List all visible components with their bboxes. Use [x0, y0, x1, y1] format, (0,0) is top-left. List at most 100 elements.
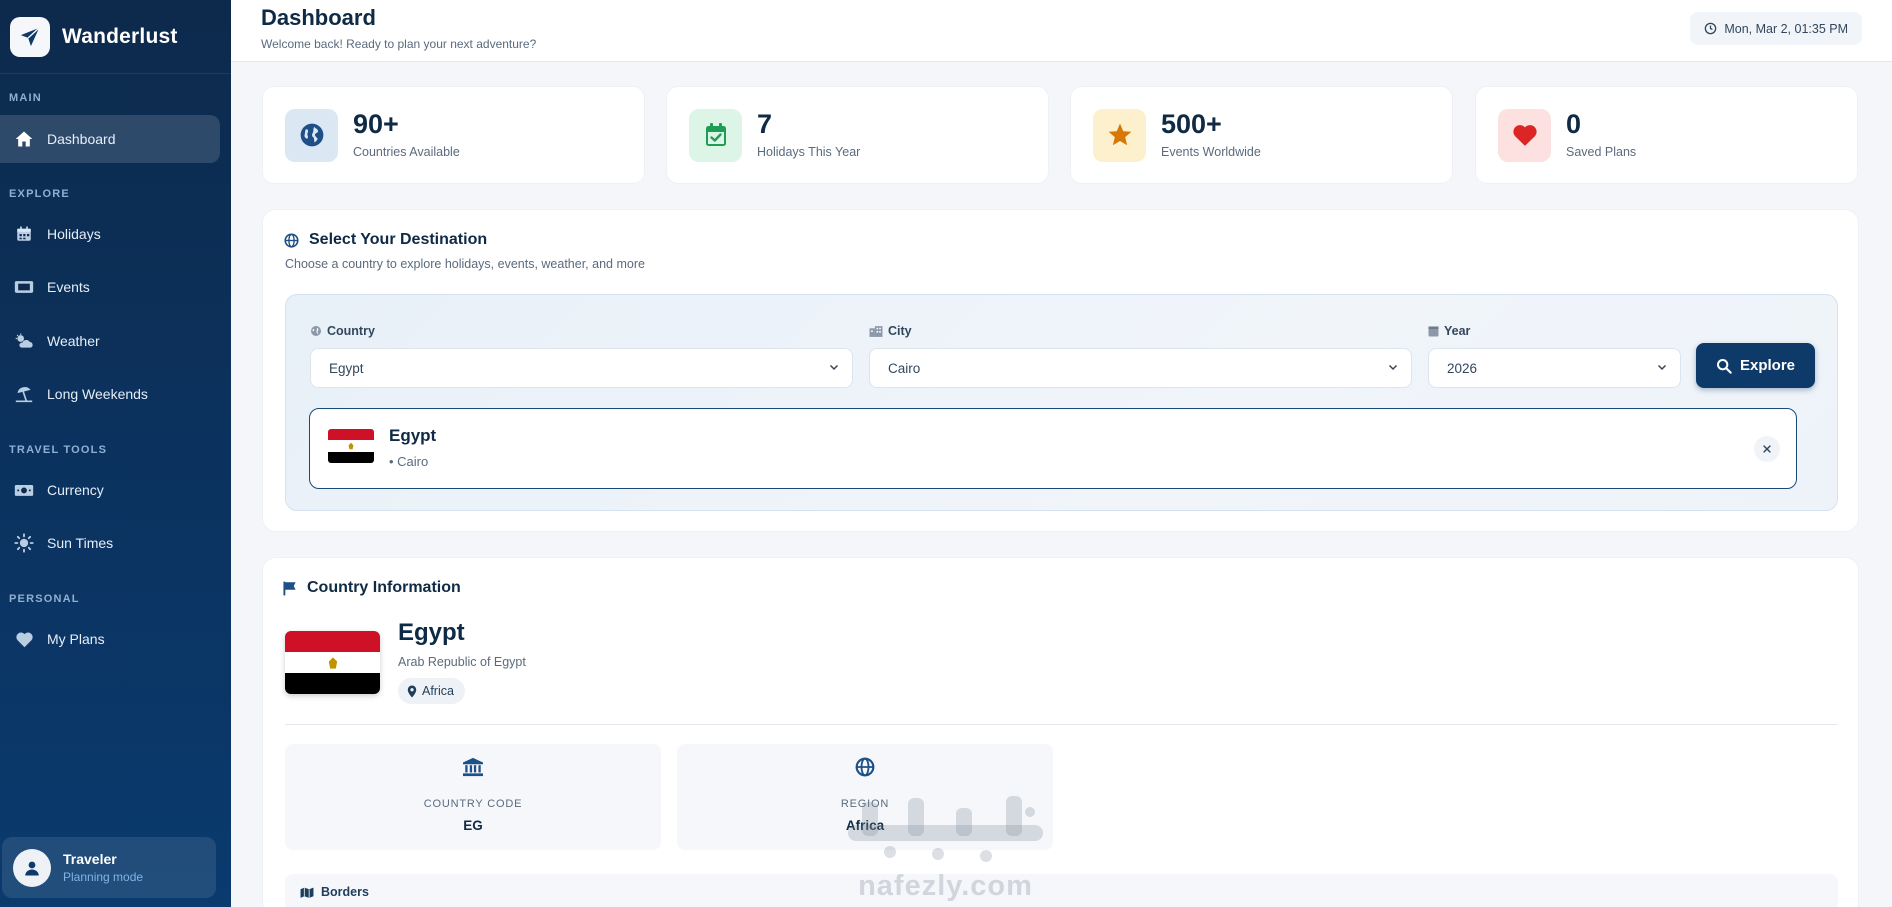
globe-icon — [855, 757, 875, 777]
avatar — [13, 848, 51, 887]
country-name: Egypt — [398, 619, 465, 646]
stat-label: Events Worldwide — [1161, 145, 1261, 159]
map-icon — [300, 886, 314, 899]
stat-label: Holidays This Year — [757, 145, 861, 159]
chevron-down-icon — [1656, 361, 1668, 373]
heart-icon — [14, 629, 34, 649]
cloud-sun-icon — [14, 331, 34, 351]
sidebar-item-events[interactable]: Events — [0, 263, 220, 311]
sidebar-item-currency[interactable]: Currency — [0, 466, 220, 514]
nav-section-travel-tools: TRAVEL TOOLS — [9, 444, 108, 456]
flag-icon — [283, 581, 297, 596]
close-icon — [1763, 445, 1771, 453]
borders-label-text: Borders — [321, 885, 369, 899]
datetime-badge: Mon, Mar 2, 01:35 PM — [1690, 12, 1862, 45]
stat-label: Countries Available — [353, 145, 460, 159]
country-label: Country — [310, 324, 375, 338]
globe-icon — [285, 108, 338, 162]
selected-city: • Cairo — [389, 454, 429, 469]
stat-value: 7 — [757, 109, 773, 139]
globe-icon — [310, 325, 322, 337]
clear-selection-button[interactable] — [1754, 436, 1780, 462]
year-select[interactable]: 2026 — [1428, 348, 1681, 388]
sidebar-item-dashboard[interactable]: Dashboard — [0, 115, 220, 163]
year-label: Year — [1428, 324, 1470, 338]
sun-icon — [14, 533, 34, 553]
sidebar-item-sun-times[interactable]: Sun Times — [0, 519, 220, 567]
calendar-check-icon — [689, 108, 742, 162]
region-badge-text: Africa — [422, 684, 454, 698]
country-flag — [285, 631, 380, 694]
money-icon — [14, 480, 34, 500]
country-info-panel: Country Information Egypt Arab Republic … — [262, 557, 1859, 907]
building-icon — [869, 325, 883, 337]
city-select-value: Cairo — [888, 360, 921, 376]
selected-destination-card: Egypt • Cairo — [309, 408, 1797, 489]
destination-subtitle: Choose a country to explore holidays, ev… — [285, 257, 645, 271]
stat-card-holidays: 7 Holidays This Year — [666, 86, 1049, 184]
divider — [285, 724, 1838, 725]
page-title: Dashboard — [261, 5, 376, 30]
calendar-icon — [1428, 325, 1439, 337]
selected-country: Egypt — [389, 426, 437, 445]
sidebar-item-weather[interactable]: Weather — [0, 317, 220, 365]
sidebar-item-label: Long Weekends — [47, 386, 148, 402]
brand[interactable]: Wanderlust — [0, 0, 231, 74]
country-official-name: Arab Republic of Egypt — [398, 655, 526, 669]
explore-button[interactable]: Explore — [1696, 343, 1815, 388]
sidebar-item-my-plans[interactable]: My Plans — [0, 615, 220, 663]
clock-icon — [1704, 22, 1717, 35]
page-subtitle: Welcome back! Ready to plan your next ad… — [261, 37, 537, 51]
info-tile-region: REGION Africa — [677, 744, 1053, 850]
user-name: Traveler — [63, 851, 117, 867]
heart-icon — [1498, 108, 1551, 162]
egypt-flag — [328, 429, 374, 463]
user-status: Planning mode — [63, 870, 144, 884]
city-select[interactable]: Cairo — [869, 348, 1412, 388]
datetime-text: Mon, Mar 2, 01:35 PM — [1724, 21, 1848, 36]
sidebar-item-label: My Plans — [47, 631, 105, 647]
sidebar-item-label: Holidays — [47, 226, 101, 242]
search-icon — [1716, 358, 1732, 374]
user-icon — [25, 861, 39, 875]
chevron-down-icon — [828, 361, 840, 373]
sidebar-item-long-weekends[interactable]: Long Weekends — [0, 370, 220, 418]
stat-card-saved-plans: 0 Saved Plans — [1475, 86, 1858, 184]
ticket-icon — [14, 277, 34, 297]
destination-selector: Country Egypt City Cairo Year 2026 Explo… — [285, 294, 1838, 511]
top-header: Dashboard Welcome back! Ready to plan yo… — [231, 0, 1892, 62]
info-tile-label: COUNTRY CODE — [423, 798, 523, 810]
map-pin-icon — [407, 685, 417, 698]
umbrella-beach-icon — [14, 384, 34, 404]
sidebar-item-label: Events — [47, 279, 90, 295]
sidebar: Wanderlust MAIN Dashboard EXPLORE Holida… — [0, 0, 231, 907]
explore-button-label: Explore — [1739, 357, 1796, 374]
stat-label: Saved Plans — [1566, 145, 1637, 159]
info-tile-value: Africa — [845, 818, 885, 833]
sidebar-item-label: Sun Times — [47, 535, 114, 551]
paper-plane-icon — [10, 16, 50, 57]
globe-icon — [284, 232, 299, 248]
user-card[interactable]: Traveler Planning mode — [2, 837, 216, 898]
calendar-icon — [14, 224, 34, 244]
nav-section-explore: EXPLORE — [9, 188, 70, 200]
info-tile-label: REGION — [840, 798, 890, 810]
country-info-title-text: Country Information — [307, 579, 461, 596]
country-select[interactable]: Egypt — [310, 348, 853, 388]
sidebar-item-label: Weather — [47, 333, 100, 349]
landmark-icon — [462, 757, 484, 777]
city-label-text: City — [888, 324, 912, 338]
destination-title: Select Your Destination — [284, 231, 487, 249]
destination-title-text: Select Your Destination — [309, 231, 488, 248]
sidebar-item-holidays[interactable]: Holidays — [0, 210, 220, 258]
stat-card-events: 500+ Events Worldwide — [1070, 86, 1453, 184]
info-tile-country-code: COUNTRY CODE EG — [285, 744, 661, 850]
destination-panel: Select Your Destination Choose a country… — [262, 209, 1859, 532]
chevron-down-icon — [1387, 361, 1399, 373]
country-label-text: Country — [327, 324, 375, 338]
home-icon — [14, 129, 34, 149]
year-label-text: Year — [1444, 324, 1471, 338]
info-tile-value: EG — [463, 818, 483, 833]
stat-value: 0 — [1566, 109, 1582, 139]
city-label: City — [869, 324, 912, 338]
